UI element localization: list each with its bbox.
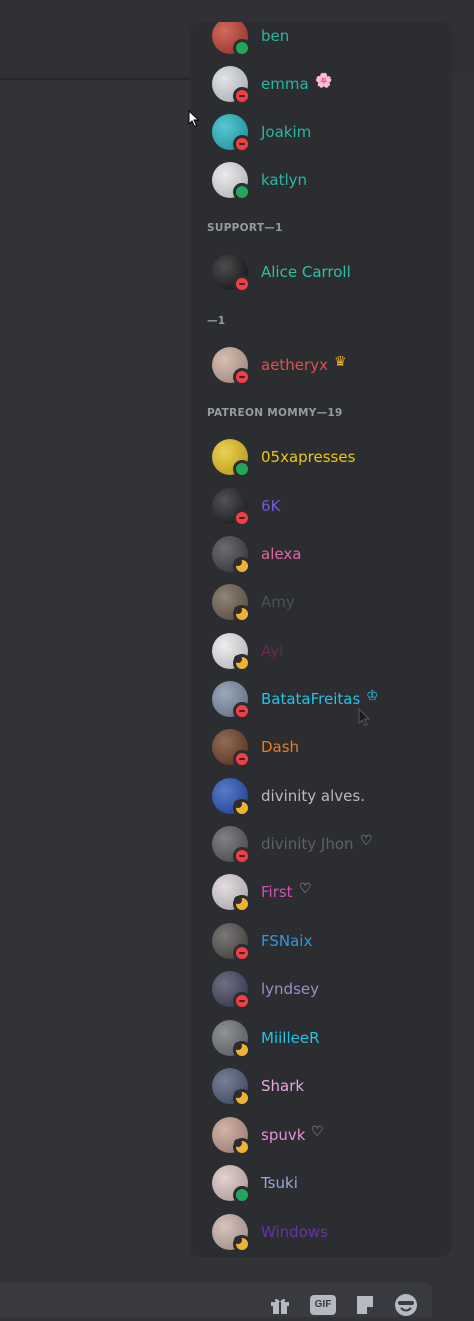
member-item[interactable]: Tsuki [190,1161,452,1205]
status-dnd-icon [233,847,251,865]
gift-icon [271,1298,289,1314]
status-dnd-icon [233,275,251,293]
member-item[interactable]: aetheryx ♛ [190,343,452,387]
member-item[interactable]: Joakim [190,110,452,154]
gif-label: GIF [310,1295,336,1315]
member-name: FSNaix [261,932,313,950]
gif-button[interactable]: GIF [310,1293,338,1317]
member-item[interactable]: katlyn [190,158,452,202]
member-badge-icon: ♡ [311,1124,324,1140]
member-item[interactable]: 6K [190,484,452,528]
member-item[interactable]: FSNaix [190,919,452,963]
member-badge-icon: ♡ [299,881,312,897]
member-item[interactable]: divinity Jhon ♡ [190,822,452,866]
status-idle-icon [233,1041,251,1059]
member-name: aetheryx [261,356,328,374]
status-dnd-icon [233,702,251,720]
member-item[interactable]: lyndsey [190,967,452,1011]
member-item[interactable]: MiilleeR [190,1016,452,1060]
member-list-panel[interactable]: SUPPORT—1 —1 PATREON MOMMY—19 ben emma 🌸 Joaki… [190,22,452,1257]
member-item[interactable]: emma 🌸 [190,62,452,106]
member-name: 6K [261,497,281,515]
member-item[interactable]: ben [190,22,452,58]
member-item[interactable]: alexa [190,532,452,576]
member-item[interactable]: divinity alves. [190,774,452,818]
member-group-header: PATREON MOMMY—19 [207,407,343,419]
emoji-button[interactable] [394,1293,418,1317]
status-dnd-icon [233,992,251,1010]
member-name: divinity Jhon [261,835,354,853]
member-name: alexa [261,545,302,563]
member-name: 05xapresses [261,448,356,466]
member-item[interactable]: spuvk ♡ [190,1113,452,1157]
status-dnd-icon [233,750,251,768]
member-name: Windows [261,1223,328,1241]
member-badge-icon: ♡ [360,833,373,849]
sticker-button[interactable] [353,1293,377,1317]
member-name: Joakim [261,123,312,141]
member-name: lyndsey [261,980,319,998]
status-dnd-icon [233,944,251,962]
member-item[interactable]: Shark [190,1064,452,1108]
status-idle-icon [233,1089,251,1107]
member-item[interactable]: First ♡ [190,870,452,914]
member-name: ben [261,27,290,45]
emoji-icon [395,1294,417,1316]
status-idle-icon [233,1235,251,1253]
status-online-icon [233,1186,251,1204]
member-item[interactable]: Ayi [190,629,452,673]
status-online-icon [233,183,251,201]
member-group-header: —1 [207,315,226,327]
status-idle-icon [233,557,251,575]
member-name: Ayi [261,642,284,660]
status-idle-icon [233,605,251,623]
status-dnd-icon [233,135,251,153]
member-name: katlyn [261,171,308,189]
member-name: divinity alves. [261,787,365,805]
member-name: BatataFreitas [261,690,361,708]
member-item[interactable]: 05xapresses [190,435,452,479]
status-idle-icon [233,799,251,817]
member-item[interactable]: BatataFreitas ♔ [190,677,452,721]
member-name: emma [261,75,309,93]
member-name: Shark [261,1077,305,1095]
member-item[interactable]: Alice Carroll [190,250,452,294]
member-item[interactable]: Amy [190,580,452,624]
member-name: spuvk [261,1126,306,1144]
status-idle-icon [233,895,251,913]
status-dnd-icon [233,509,251,527]
status-dnd-icon [233,368,251,386]
member-badge-icon: ♔ [366,688,379,704]
member-name: MiilleeR [261,1029,320,1047]
member-badge-icon: 🌸 [315,73,333,89]
member-badge-icon: ♛ [334,354,347,370]
member-name: Dash [261,738,300,756]
status-idle-icon [233,1138,251,1156]
status-online-icon [233,39,251,57]
status-dnd-icon [233,87,251,105]
status-idle-icon [233,654,251,672]
member-item[interactable]: Windows [190,1210,452,1254]
member-item[interactable]: Dash [190,725,452,769]
member-name: Tsuki [261,1174,298,1192]
member-name: First [261,883,293,901]
status-online-icon [233,460,251,478]
gift-button[interactable] [268,1293,292,1317]
member-group-header: SUPPORT—1 [207,222,283,234]
sticker-icon [357,1296,373,1314]
member-name: Amy [261,593,295,611]
member-name: Alice Carroll [261,263,351,281]
mouse-pointer-icon [188,110,200,128]
mouse-pointer-icon [358,708,371,727]
